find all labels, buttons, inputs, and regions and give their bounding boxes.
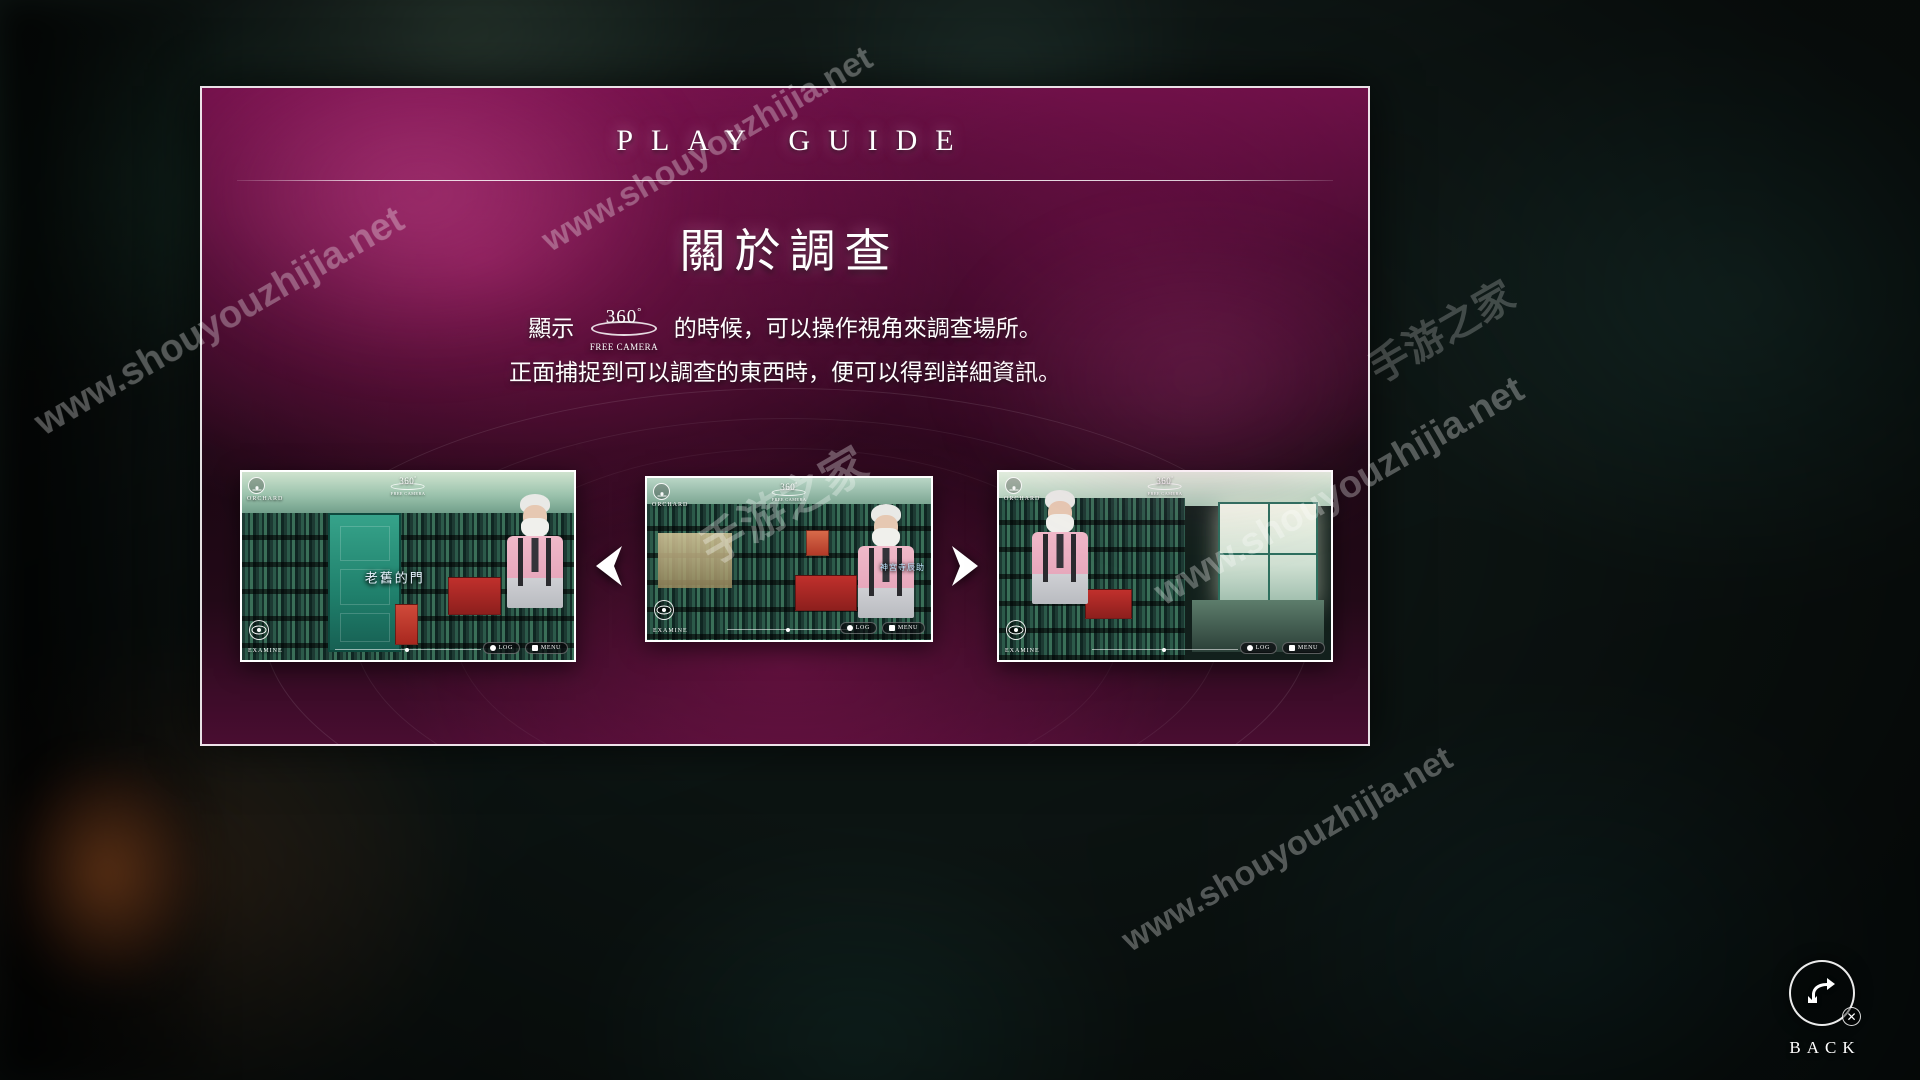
scene-red-flyer	[394, 603, 418, 645]
scene-progress-bar	[1091, 647, 1239, 652]
character-beard	[521, 518, 549, 538]
location-icon	[1005, 477, 1022, 494]
menu-button[interactable]: MENU	[524, 642, 568, 654]
scene-progress-bar	[334, 647, 482, 652]
game-screen: PLAY GUIDE 關於調查 顯示 360° FREE CAMERA 的時候，…	[0, 0, 1920, 1080]
scene-character	[1025, 490, 1095, 650]
play-guide-panel: PLAY GUIDE 關於調查 顯示 360° FREE CAMERA 的時候，…	[200, 86, 1370, 746]
examine-eye-icon	[654, 600, 674, 620]
free-camera-icon: 360° FREE CAMERA	[585, 307, 663, 352]
log-icon	[489, 645, 496, 651]
slide-free-camera-icon: 360° FREE CAMERA	[771, 481, 807, 503]
examine-eye-icon	[1006, 620, 1026, 640]
menu-icon	[1288, 645, 1295, 651]
menu-button-label: MENU	[540, 645, 561, 651]
screenshot-carousel: ORCHARD 360° FREE CAMERA EXAMINE 老舊的門 LO…	[202, 460, 1368, 680]
carousel-slide-left[interactable]: ORCHARD 360° FREE CAMERA EXAMINE 老舊的門 LO…	[240, 470, 576, 662]
back-button-label: BACK	[1789, 1038, 1861, 1057]
slide-right-scene	[999, 472, 1331, 660]
window-mullion-vertical	[1267, 504, 1270, 606]
slide-camera-label: FREE CAMERA	[1147, 491, 1183, 496]
slide-camera-label: FREE CAMERA	[390, 491, 426, 496]
location-icon	[653, 483, 670, 500]
character-beard	[1046, 514, 1074, 534]
back-close-badge[interactable]: ✕	[1842, 1007, 1861, 1026]
scene-window	[1218, 502, 1318, 608]
free-camera-ring	[591, 321, 657, 336]
slide-free-camera-icon: 360° FREE CAMERA	[1147, 475, 1183, 497]
log-button[interactable]: LOG	[839, 622, 877, 634]
carousel-slide-right[interactable]: ORCHARD 360° FREE CAMERA EXAMINE LOG MEN…	[997, 470, 1333, 662]
character-strap-right	[1071, 534, 1076, 582]
character-tie	[1056, 534, 1064, 568]
location-name: ORCHARD	[1004, 496, 1041, 502]
slide-center-scene	[647, 478, 931, 640]
scene-red-poster	[794, 575, 858, 611]
character-strap-left	[869, 548, 874, 596]
description-line-1: 顯示 360° FREE CAMERA 的時候，可以操作視角來調查場所。	[202, 307, 1368, 352]
menu-icon	[888, 625, 895, 631]
character-strap-right	[546, 538, 551, 586]
examine-label: EXAMINE	[1005, 648, 1040, 654]
door-panel-top	[339, 526, 390, 562]
description-line-1-prefix: 顯示	[528, 316, 575, 341]
door-panel-bottom	[339, 612, 390, 643]
character-strap-left	[1043, 534, 1048, 582]
log-button-label: LOG	[1255, 645, 1270, 651]
scene-red-box	[806, 529, 829, 556]
free-camera-degree-symbol: °	[637, 307, 643, 318]
description-line-1-suffix: 的時候，可以操作視角來調查場所。	[673, 316, 1042, 341]
scene-red-poster	[447, 577, 501, 615]
location-icon	[248, 477, 265, 494]
scene-progress-bar	[726, 627, 852, 632]
character-tie	[531, 538, 539, 572]
scene-character	[500, 494, 570, 644]
description-block: 顯示 360° FREE CAMERA 的時候，可以操作視角來調查場所。 正面捕…	[202, 307, 1368, 395]
slide-camera-degrees-value: 360	[399, 476, 415, 486]
title-divider	[237, 180, 1333, 181]
log-icon	[846, 625, 853, 631]
back-control[interactable]: ✕ BACK	[1762, 960, 1882, 1058]
back-button[interactable]: ✕	[1789, 960, 1861, 1026]
carousel-prev-arrow-icon[interactable]	[592, 544, 626, 588]
log-icon	[1246, 645, 1253, 651]
back-arrow-icon	[1808, 978, 1835, 1003]
log-button-label: LOG	[855, 625, 870, 631]
examine-eye-icon	[249, 620, 269, 640]
character-beard	[872, 528, 900, 548]
menu-button-label: MENU	[1297, 645, 1318, 651]
slide-camera-degrees-value: 360	[780, 482, 796, 492]
description-line-2: 正面捕捉到可以調查的東西時，便可以得到詳細資訊。	[509, 360, 1061, 385]
menu-button[interactable]: MENU	[881, 622, 925, 634]
log-button[interactable]: LOG	[482, 642, 520, 654]
examine-label: EXAMINE	[248, 648, 283, 654]
menu-icon	[531, 645, 538, 651]
carousel-slide-center[interactable]: ORCHARD 360° FREE CAMERA EXAMINE 神宮寺辰助 L…	[645, 476, 933, 642]
log-button[interactable]: LOG	[1239, 642, 1277, 654]
slide-free-camera-icon: 360° FREE CAMERA	[390, 475, 426, 497]
menu-button[interactable]: MENU	[1281, 642, 1325, 654]
section-heading: 關於調查	[679, 226, 900, 277]
location-name: ORCHARD	[652, 502, 689, 508]
free-camera-label: FREE CAMERA	[589, 342, 659, 352]
log-button-label: LOG	[498, 645, 513, 651]
character-name-label: 神宮寺辰助	[880, 563, 925, 573]
scene-display-case	[658, 533, 733, 589]
slide-left-scene	[242, 472, 574, 660]
slide-hud-buttons: LOG MENU	[839, 622, 925, 634]
location-name: ORCHARD	[247, 496, 284, 502]
examine-label: EXAMINE	[653, 628, 688, 634]
slide-hud-buttons: LOG MENU	[1239, 642, 1325, 654]
carousel-next-arrow-icon[interactable]	[948, 544, 982, 588]
character-strap-left	[518, 538, 523, 586]
page-title: PLAY GUIDE	[616, 124, 972, 157]
examine-target-label: 老舊的門	[364, 570, 425, 586]
menu-button-label: MENU	[897, 625, 918, 631]
slide-camera-degrees-value: 360	[1156, 476, 1172, 486]
slide-hud-buttons: LOG MENU	[482, 642, 568, 654]
window-mullion-horizontal	[1220, 552, 1316, 555]
slide-camera-label: FREE CAMERA	[771, 497, 807, 502]
